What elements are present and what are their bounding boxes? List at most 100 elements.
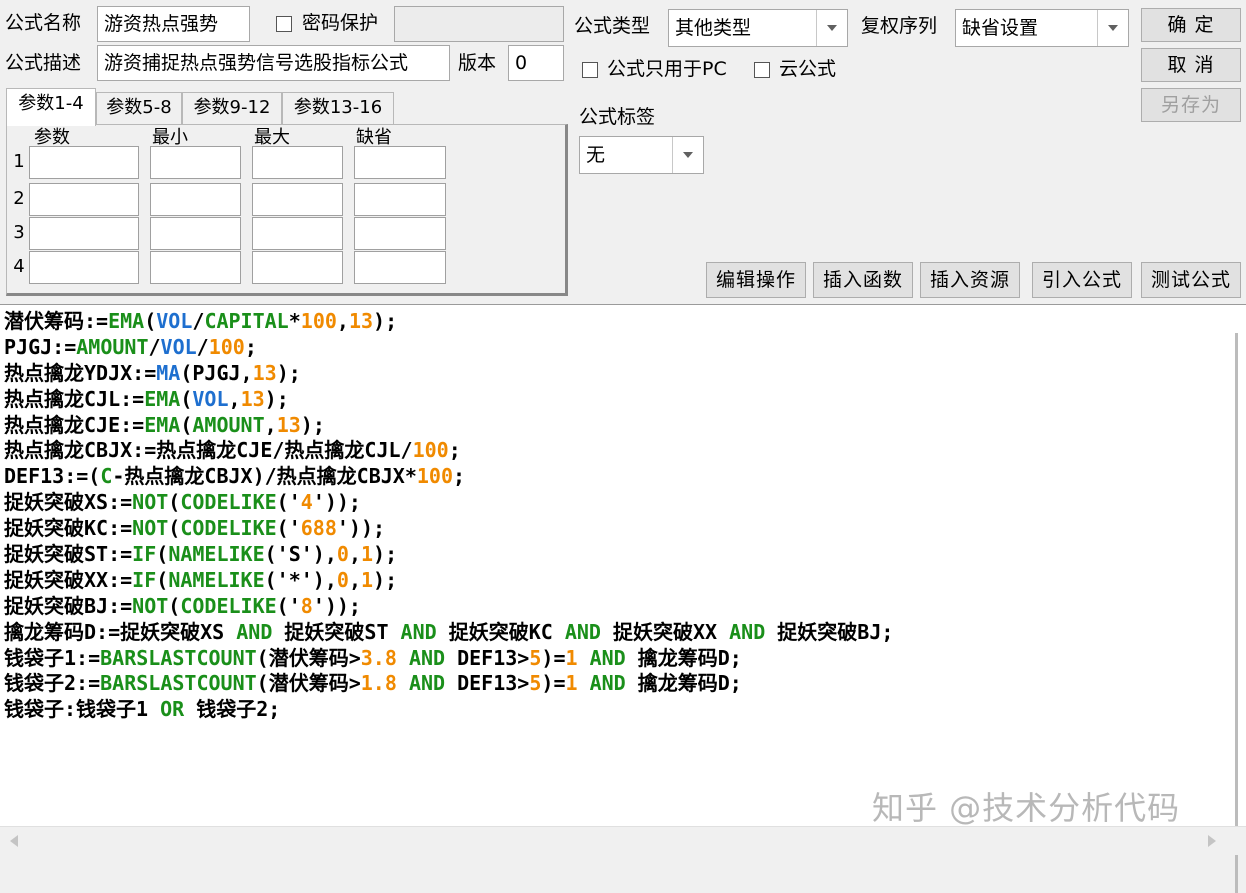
insert-function-button[interactable]: 插入函数: [813, 262, 913, 298]
code-token: DEF13:=(: [4, 464, 101, 489]
formula-desc-input[interactable]: 游资捕捉热点强势信号选股指标公式: [97, 45, 450, 81]
param-min-input[interactable]: [150, 183, 241, 216]
param-max-input[interactable]: [252, 217, 343, 250]
formula-type-label: 公式类型: [574, 15, 651, 37]
tab-params-1-4[interactable]: 参数1-4: [6, 88, 96, 126]
code-line[interactable]: 钱袋子:钱袋子1 OR 钱袋子2;: [4, 697, 1216, 723]
cancel-button[interactable]: 取 消: [1141, 48, 1241, 82]
edit-ops-button[interactable]: 编辑操作: [706, 262, 806, 298]
param-default-input[interactable]: [354, 183, 446, 216]
formula-tag-select[interactable]: 无: [579, 136, 704, 174]
formula-name-input[interactable]: 游资热点强势: [97, 6, 250, 42]
param-row-number: 4: [13, 256, 25, 277]
code-line[interactable]: 潜伏筹码:=EMA(VOL/CAPITAL*100,13);: [4, 309, 1216, 335]
code-token: VOL: [160, 334, 197, 359]
horizontal-scrollbar[interactable]: [0, 826, 1246, 855]
scroll-left-icon[interactable]: [10, 835, 18, 847]
code-editor[interactable]: 潜伏筹码:=EMA(VOL/CAPITAL*100,13); PJGJ:=AMOU…: [0, 304, 1246, 893]
param-min-input[interactable]: [150, 217, 241, 250]
param-default-input[interactable]: [354, 251, 446, 284]
code-line[interactable]: 热点擒龙CBJX:=热点擒龙CJE/热点擒龙CJL/100;: [4, 438, 1216, 464]
code-token: 688: [300, 516, 337, 541]
code-line[interactable]: 捉妖突破BJ:=NOT(CODELIKE('8'));: [4, 594, 1216, 620]
code-token: BARSLASTCOUNT: [100, 671, 257, 696]
code-line[interactable]: 捉妖突破XS:=NOT(CODELIKE('4'));: [4, 490, 1216, 516]
code-line[interactable]: 捉妖突破ST:=IF(NAMELIKE('S'),0,1);: [4, 542, 1216, 568]
import-formula-button[interactable]: 引入公式: [1032, 262, 1132, 298]
code-token: (: [168, 490, 181, 515]
param-name-input[interactable]: [29, 251, 139, 284]
param-max-input[interactable]: [252, 146, 343, 179]
ok-button[interactable]: 确 定: [1141, 8, 1241, 42]
param-name-input[interactable]: [29, 183, 139, 216]
scroll-right-icon[interactable]: [1208, 835, 1216, 847]
code-line[interactable]: PJGJ:=AMOUNT/VOL/100;: [4, 335, 1216, 361]
param-max-input[interactable]: [252, 183, 343, 216]
chevron-down-icon[interactable]: [672, 137, 703, 173]
code-token: 捉妖突破ST: [272, 619, 401, 644]
password-protect-checkbox[interactable]: [276, 16, 292, 32]
password-protect-label: 密码保护: [302, 12, 379, 34]
param-name-input[interactable]: [29, 217, 139, 250]
code-token: (潜伏筹码>: [256, 645, 361, 670]
test-formula-button[interactable]: 测试公式: [1141, 262, 1241, 298]
code-token: NOT: [132, 516, 169, 541]
formula-tag-label: 公式标签: [579, 106, 656, 128]
param-row-number: 3: [13, 222, 25, 243]
scrollbar-thumb[interactable]: [1235, 333, 1238, 893]
param-max-input[interactable]: [252, 251, 343, 284]
code-line[interactable]: 捉妖突破KC:=NOT(CODELIKE('688'));: [4, 516, 1216, 542]
code-line[interactable]: 捉妖突破XX:=IF(NAMELIKE('*'),0,1);: [4, 568, 1216, 594]
chevron-down-icon[interactable]: [816, 10, 847, 46]
code-line[interactable]: 钱袋子2:=BARSLASTCOUNT(潜伏筹码>1.8 AND DEF13>5…: [4, 671, 1216, 697]
code-line[interactable]: 热点擒龙CJE:=EMA(AMOUNT,13);: [4, 413, 1216, 439]
code-line[interactable]: 擒龙筹码D:=捉妖突破XS AND 捉妖突破ST AND 捉妖突破KC AND …: [4, 620, 1216, 646]
formula-type-select[interactable]: 其他类型: [668, 9, 848, 47]
code-token: 捉妖突破KC: [436, 619, 565, 644]
version-input[interactable]: 0: [508, 45, 564, 81]
password-input[interactable]: [394, 6, 564, 42]
insert-resource-button[interactable]: 插入资源: [920, 262, 1020, 298]
formula-desc-label: 公式描述: [5, 52, 82, 74]
code-token: );: [300, 412, 325, 437]
code-text[interactable]: 潜伏筹码:=EMA(VOL/CAPITAL*100,13); PJGJ:=AMOU…: [4, 309, 1216, 723]
tab-params-5-8[interactable]: 参数5-8: [96, 92, 182, 124]
code-token: 捉妖突破XX:=: [4, 567, 133, 592]
param-default-input[interactable]: [354, 146, 446, 179]
code-token: 擒龙筹码D;: [625, 645, 742, 670]
code-token: )=: [541, 671, 566, 696]
code-token: (: [180, 386, 193, 411]
code-token: OR: [160, 697, 185, 722]
adjust-series-value: 缺省设置: [962, 17, 1039, 39]
cloud-formula-checkbox[interactable]: [754, 62, 770, 78]
param-name-input[interactable]: [29, 146, 139, 179]
adjust-series-select[interactable]: 缺省设置: [955, 9, 1129, 47]
param-min-input[interactable]: [150, 251, 241, 284]
pc-only-checkbox[interactable]: [582, 62, 598, 78]
code-token: 捉妖突破ST:=: [4, 542, 133, 567]
code-token: (: [180, 412, 193, 437]
code-token: ,: [228, 386, 241, 411]
code-line[interactable]: DEF13:=(C-热点擒龙CBJX)/热点擒龙CBJX*100;: [4, 464, 1216, 490]
param-min-input[interactable]: [150, 146, 241, 179]
code-line[interactable]: 热点擒龙YDJX:=MA(PJGJ,13);: [4, 361, 1216, 387]
code-token: 热点擒龙CBJX:=热点擒龙CJE/热点擒龙CJL/: [4, 438, 413, 463]
code-token: ,: [264, 412, 277, 437]
save-as-button[interactable]: 另存为: [1141, 88, 1241, 122]
code-line[interactable]: 热点擒龙CJL:=EMA(VOL,13);: [4, 387, 1216, 413]
code-token: NOT: [132, 490, 169, 515]
code-token: ;: [448, 438, 461, 463]
vertical-scrollbar[interactable]: [1220, 305, 1246, 893]
code-line[interactable]: 钱袋子1:=BARSLASTCOUNT(潜伏筹码>3.8 AND DEF13>5…: [4, 646, 1216, 672]
watermark-text: 知乎 @技术分析代码: [872, 789, 1181, 827]
code-token: ;: [244, 334, 257, 359]
code-token: 热点擒龙CJL:=: [4, 386, 145, 411]
param-default-input[interactable]: [354, 217, 446, 250]
code-token: '));: [312, 490, 361, 515]
chevron-down-icon[interactable]: [1097, 10, 1128, 46]
code-token: 5: [529, 645, 542, 670]
tab-params-13-16[interactable]: 参数13-16: [282, 92, 394, 124]
code-token: CODELIKE: [180, 593, 277, 618]
tab-params-9-12[interactable]: 参数9-12: [182, 92, 282, 124]
code-token: PJGJ:=: [4, 334, 77, 359]
